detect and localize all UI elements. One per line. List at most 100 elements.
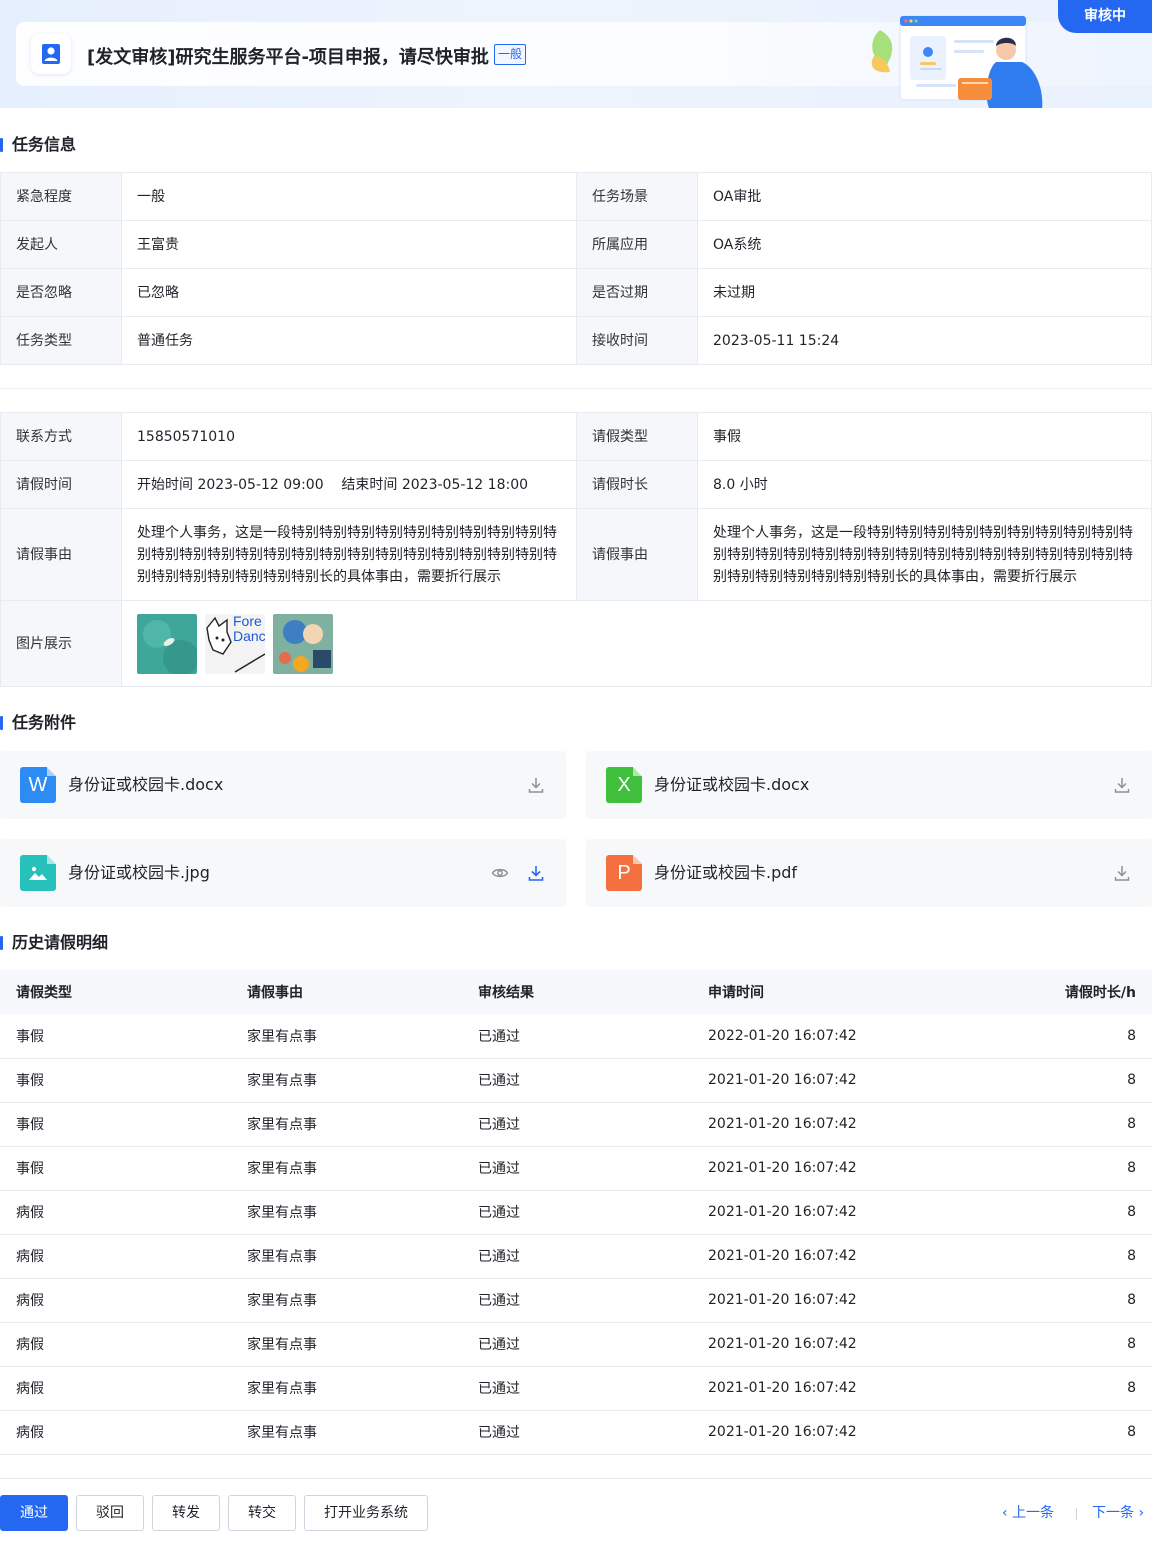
cell-result: 已通过 (462, 1190, 692, 1235)
table-row: 事假 家里有点事 已通过 2021-01-20 16:07:42 8 (0, 1102, 1152, 1147)
prev-item-label: 上一条 (1012, 1505, 1055, 1521)
images-label: 图片展示 (0, 600, 122, 687)
image-thumbnail[interactable] (137, 613, 197, 674)
cell-result: 已通过 (462, 1102, 692, 1147)
info-value: 已忽略 (121, 268, 577, 317)
footer-divider (0, 1478, 1152, 1479)
attachment-item[interactable]: W 身份证或校园卡.docx (0, 751, 566, 819)
excel-file-icon: X (606, 767, 642, 803)
forward-button[interactable]: 转发 (152, 1495, 220, 1531)
attachment-name[interactable]: 身份证或校园卡.docx (68, 774, 223, 796)
download-icon[interactable] (524, 773, 548, 797)
leave-reason-label: 请假事由 (0, 508, 122, 601)
task-info-table: 紧急程度 一般 任务场景 OA审批 发起人 王富贵 所属应用 OA系统 是否忽略… (0, 172, 1152, 365)
next-item-link[interactable]: 下一条 › (1092, 1504, 1144, 1522)
attachment-name[interactable]: 身份证或校园卡.jpg (68, 862, 210, 884)
cell-leave-type: 事假 (0, 1014, 231, 1059)
info-value: OA审批 (697, 172, 1152, 221)
cell-leave-type: 病假 (0, 1322, 231, 1367)
column-header: 申请时间 (692, 970, 922, 1014)
cell-result: 已通过 (462, 1058, 692, 1103)
cell-result: 已通过 (462, 1410, 692, 1455)
chevron-right-icon: › (1138, 1505, 1145, 1521)
cell-leave-type: 病假 (0, 1366, 231, 1411)
table-row: 事假 家里有点事 已通过 2021-01-20 16:07:42 8 (0, 1058, 1152, 1103)
cell-apply-time: 2021-01-20 16:07:42 (692, 1410, 922, 1455)
cell-leave-type: 病假 (0, 1410, 231, 1455)
cell-result: 已通过 (462, 1146, 692, 1191)
preview-eye-icon[interactable] (488, 861, 512, 885)
ppt-file-icon: P (606, 855, 642, 891)
cell-reason: 家里有点事 (231, 1058, 462, 1103)
table-row: 病假 家里有点事 已通过 2021-01-20 16:07:42 8 (0, 1366, 1152, 1411)
cell-reason: 家里有点事 (231, 1410, 462, 1455)
cell-reason: 家里有点事 (231, 1190, 462, 1235)
table-row: 事假 家里有点事 已通过 2021-01-20 16:07:42 8 (0, 1146, 1152, 1191)
download-icon[interactable] (524, 861, 548, 885)
cell-duration: 8 (922, 1190, 1152, 1235)
cell-duration: 8 (922, 1102, 1152, 1147)
table-row: 病假 家里有点事 已通过 2021-01-20 16:07:42 8 (0, 1234, 1152, 1279)
image-thumbnail[interactable] (273, 613, 333, 674)
cell-reason: 家里有点事 (231, 1146, 462, 1191)
info-value: 一般 (121, 172, 577, 221)
cell-duration: 8 (922, 1278, 1152, 1323)
cell-apply-time: 2021-01-20 16:07:42 (692, 1278, 922, 1323)
attachment-item[interactable]: 身份证或校园卡.jpg (0, 839, 566, 907)
cell-result: 已通过 (462, 1322, 692, 1367)
attachment-item[interactable]: P 身份证或校园卡.pdf (586, 839, 1152, 907)
download-icon[interactable] (1110, 773, 1134, 797)
table-row: 联系方式 15850571010 请假类型 事假 (0, 412, 1152, 461)
thumbnail-caption: Fore Danc (233, 613, 265, 644)
info-label: 任务类型 (0, 316, 122, 365)
approval-illustration (871, 15, 1043, 108)
section-title-attachments: 任务附件 (0, 713, 76, 733)
info-value: 2023-05-11 15:24 (697, 316, 1152, 365)
image-thumbnail[interactable]: Fore Danc (205, 613, 265, 674)
prev-item-link[interactable]: ‹ 上一条 (1002, 1504, 1054, 1522)
leave-type-label: 请假类型 (576, 412, 698, 461)
cell-apply-time: 2021-01-20 16:07:42 (692, 1322, 922, 1367)
page-title: [发文审核]研究生服务平台-项目申报，请尽快审批 (87, 47, 489, 68)
info-label: 接收时间 (576, 316, 698, 365)
status-badge: 审核中 (1058, 0, 1152, 33)
cell-result: 已通过 (462, 1234, 692, 1279)
cell-reason: 家里有点事 (231, 1322, 462, 1367)
table-header-row: 请假类型 请假事由 审核结果 申请时间 请假时长/h (0, 970, 1152, 1014)
transfer-button[interactable]: 转交 (228, 1495, 296, 1531)
info-value: OA系统 (697, 220, 1152, 269)
cell-leave-type: 病假 (0, 1278, 231, 1323)
leave-time-label: 请假时间 (0, 460, 122, 509)
reject-button[interactable]: 驳回 (76, 1495, 144, 1531)
table-row: 发起人 王富贵 所属应用 OA系统 (0, 220, 1152, 269)
table-row: 紧急程度 一般 任务场景 OA审批 (0, 172, 1152, 221)
info-value: 王富贵 (121, 220, 577, 269)
cell-duration: 8 (922, 1058, 1152, 1103)
column-header: 请假时长/h (922, 970, 1152, 1014)
attachment-name[interactable]: 身份证或校园卡.pdf (654, 862, 797, 884)
contact-label: 联系方式 (0, 412, 122, 461)
leave-reason-value: 处理个人事务，这是一段特别特别特别特别特别特别特别特别特别特别特别特别特别特别特… (121, 508, 577, 601)
table-row: 病假 家里有点事 已通过 2021-01-20 16:07:42 8 (0, 1322, 1152, 1367)
cell-duration: 8 (922, 1410, 1152, 1455)
history-table: 请假类型 请假事由 审核结果 申请时间 请假时长/h 事假 家里有点事 已通过 202… (0, 970, 1152, 1455)
download-icon[interactable] (1110, 861, 1134, 885)
attachment-item[interactable]: X 身份证或校园卡.docx (586, 751, 1152, 819)
cell-leave-type: 病假 (0, 1234, 231, 1279)
leave-info-table: 联系方式 15850571010 请假类型 事假 请假时间 开始时间 2023-… (0, 412, 1152, 687)
table-row: 是否忽略 已忽略 是否过期 未过期 (0, 268, 1152, 317)
column-header: 审核结果 (462, 970, 692, 1014)
open-business-system-button[interactable]: 打开业务系统 (304, 1495, 428, 1531)
column-header: 请假类型 (0, 970, 231, 1014)
approve-button[interactable]: 通过 (0, 1495, 68, 1531)
section-title-history: 历史请假明细 (0, 933, 108, 953)
header-avatar (31, 34, 71, 74)
pager-separator (1076, 1508, 1077, 1520)
table-row: 病假 家里有点事 已通过 2021-01-20 16:07:42 8 (0, 1190, 1152, 1235)
leave-type-value: 事假 (697, 412, 1152, 461)
info-value: 未过期 (697, 268, 1152, 317)
info-label: 所属应用 (576, 220, 698, 269)
info-label: 紧急程度 (0, 172, 122, 221)
attachment-name[interactable]: 身份证或校园卡.docx (654, 774, 809, 796)
cell-duration: 8 (922, 1014, 1152, 1059)
